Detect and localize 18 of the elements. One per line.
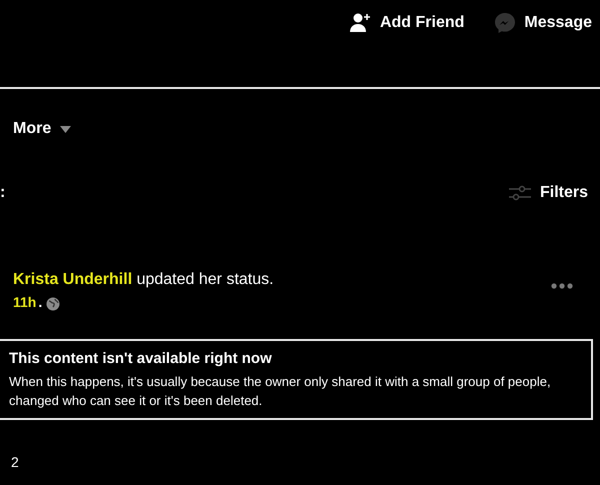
status-text: updated her status. [136, 271, 274, 288]
messenger-icon [494, 12, 516, 34]
reaction-count: 2 [11, 454, 20, 470]
globe-icon [46, 297, 60, 311]
filters-button[interactable]: Filters [508, 184, 588, 202]
notice-title: This content isn't available right now [9, 350, 273, 367]
add-friend-button[interactable]: Add Friend [350, 10, 464, 36]
separator-dot: . [38, 294, 42, 310]
timestamp-link[interactable]: 11h [13, 294, 36, 310]
more-tab[interactable]: More [13, 120, 72, 138]
more-options-icon[interactable] [551, 283, 573, 289]
heading-text: : [0, 184, 6, 202]
caret-icon [60, 126, 72, 132]
sliders-icon [508, 184, 531, 200]
notice-text: When this happens, it's usually because the owner only shared it with a small group of people, changed who can see it or it's been deleted. [9, 373, 552, 410]
message-button[interactable]: Message [494, 10, 592, 36]
author-link[interactable]: Krista Underhill [13, 271, 132, 288]
person-add-icon [350, 13, 372, 33]
